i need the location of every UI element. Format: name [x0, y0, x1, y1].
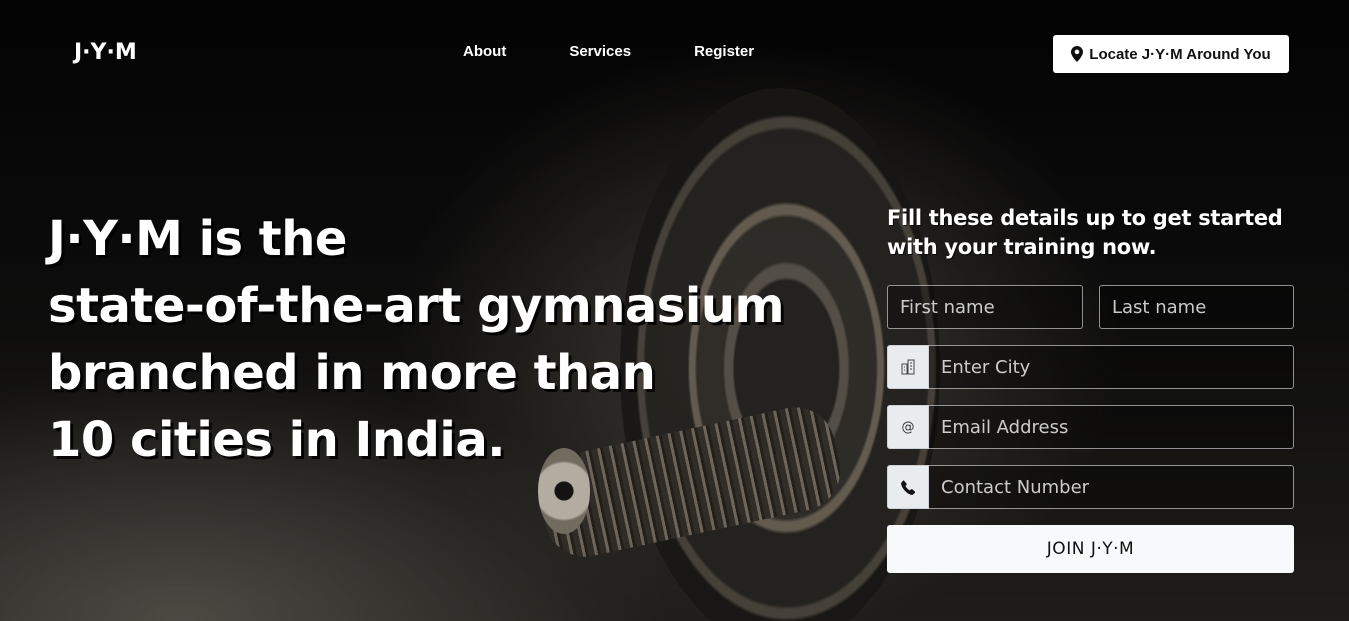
- nav-link-services[interactable]: Services: [569, 43, 631, 60]
- form-title: Fill these details up to get started wit…: [887, 206, 1283, 259]
- at-sign-icon: @: [887, 405, 929, 449]
- top-navbar: J·Y·M About Services Register Locate J·Y…: [0, 0, 1349, 108]
- email-input[interactable]: [929, 405, 1294, 449]
- city-input-group: [887, 345, 1294, 389]
- hero-line: branched in more than: [48, 345, 656, 401]
- phone-input[interactable]: [929, 465, 1294, 509]
- main-nav: About Services Register: [463, 43, 817, 60]
- hero-line: 10 cities in India.: [48, 412, 505, 468]
- phone-input-group: [887, 465, 1294, 509]
- email-input-group: @: [887, 405, 1294, 449]
- map-pin-icon: [1071, 46, 1084, 62]
- hero-line: state-of-the-art gymnasium: [48, 278, 785, 334]
- first-name-input[interactable]: [887, 285, 1083, 329]
- phone-icon: [887, 465, 929, 509]
- join-button[interactable]: JOIN J·Y·M: [887, 525, 1294, 573]
- city-input[interactable]: [929, 345, 1294, 389]
- locate-gym-button[interactable]: Locate J·Y·M Around You: [1053, 35, 1289, 73]
- nav-link-about[interactable]: About: [463, 43, 506, 60]
- building-icon: [887, 345, 929, 389]
- last-name-input[interactable]: [1099, 285, 1294, 329]
- hero-headline: J·Y·M is the state-of-the-art gymnasium …: [48, 206, 848, 474]
- brand-logo[interactable]: J·Y·M: [74, 40, 137, 65]
- nav-link-register[interactable]: Register: [694, 43, 754, 60]
- locate-gym-label: Locate J·Y·M Around You: [1089, 45, 1271, 63]
- hero-line: J·Y·M is the: [48, 211, 347, 267]
